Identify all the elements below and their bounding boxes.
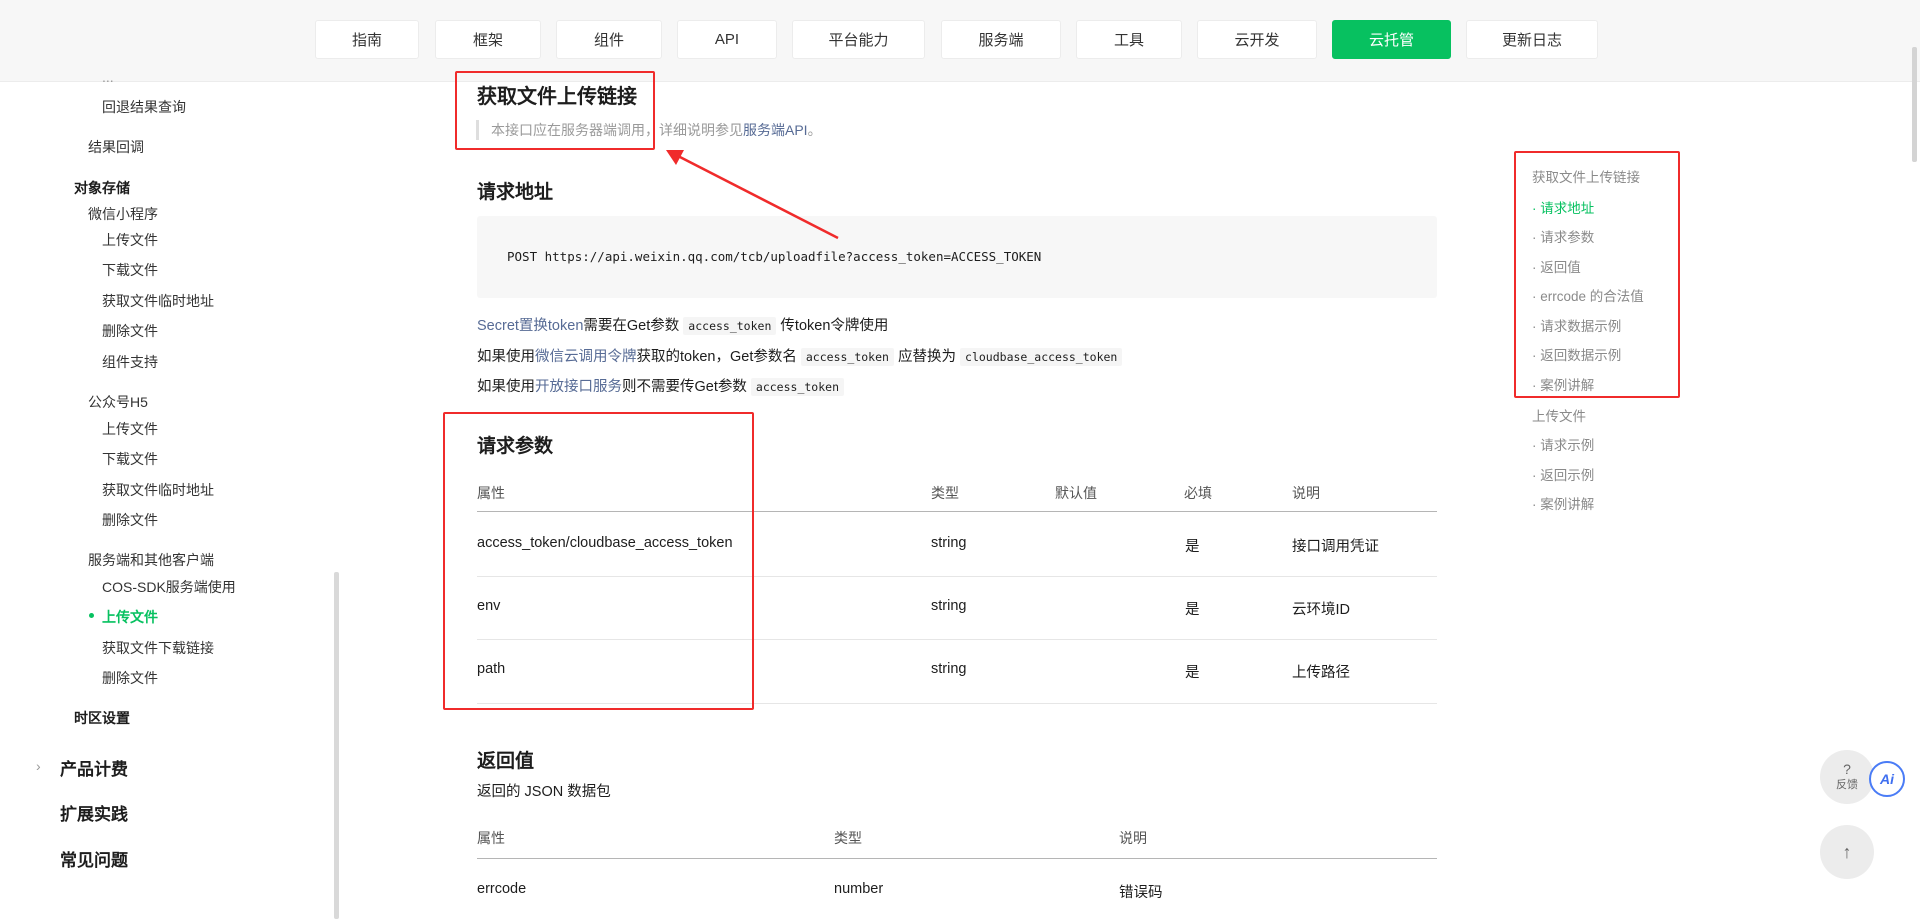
return-header-desc: 说明	[1119, 830, 1147, 846]
toc-item[interactable]: · 返回示例	[1532, 464, 1594, 484]
note-suffix: 。	[807, 122, 822, 138]
params-header-type: 类型	[931, 485, 959, 501]
secret-token-link[interactable]: Secret置换token	[477, 318, 583, 334]
annotation-box-toc	[1514, 151, 1680, 398]
line2-code2: cloudbase_access_token	[960, 348, 1123, 366]
annotation-box-title	[455, 71, 655, 150]
return-desc: 错误码	[1119, 885, 1163, 901]
param-type: string	[931, 535, 967, 551]
active-dot-icon	[89, 613, 94, 618]
nav-item-components[interactable]: 组件	[556, 20, 662, 59]
nav-item-server[interactable]: 服务端	[941, 20, 1061, 59]
sidebar-scrollbar[interactable]	[334, 572, 339, 919]
sidebar-item-result-callback[interactable]: 结果回调	[88, 137, 144, 157]
return-name: errcode	[477, 881, 527, 897]
line2-code1: access_token	[800, 348, 894, 366]
sidebar-group-object-storage[interactable]: 对象存储	[74, 178, 130, 198]
sidebar-item-cos-sdk[interactable]: COS-SDK服务端使用	[102, 577, 236, 597]
param-type: string	[931, 598, 967, 614]
sidebar-item-download-link[interactable]: 获取文件下载链接	[102, 638, 214, 658]
toc-item[interactable]: · 案例讲解	[1532, 493, 1594, 513]
nav-item-platform[interactable]: 平台能力	[792, 20, 925, 59]
section-title-return: 返回值	[477, 751, 535, 772]
nav-item-cloud-hosting[interactable]: 云托管	[1332, 20, 1451, 59]
left-sidebar: ... 回退结果查询 结果回调 对象存储 微信小程序 上传文件 下载文件 获取文…	[0, 69, 340, 919]
line1-suffix: 传token令牌使用	[780, 318, 889, 334]
return-header-type: 类型	[834, 830, 862, 846]
line1-code: access_token	[683, 317, 777, 335]
chevron-right-icon[interactable]: ›	[36, 758, 41, 774]
sidebar-section-faq[interactable]: 常见问题	[60, 846, 128, 871]
top-nav: 指南 框架 组件 API 平台能力 服务端 工具 云开发 云托管 更新日志	[0, 0, 1920, 82]
toc-item[interactable]: · 请求示例	[1532, 434, 1594, 454]
sidebar-item-partial[interactable]: ...	[102, 69, 114, 85]
token-line-3: 如果使用开放接口服务则不需要传Get参数 access_token	[477, 375, 844, 396]
feedback-button[interactable]: ? 反馈	[1820, 750, 1874, 804]
return-subtitle: 返回的 JSON 数据包	[477, 784, 611, 800]
params-header-required: 必填	[1184, 485, 1212, 501]
sidebar-item-server-delete[interactable]: 删除文件	[102, 668, 158, 688]
param-required: 是	[1185, 539, 1200, 555]
open-api-service-link[interactable]: 开放接口服务	[535, 379, 622, 395]
sidebar-item-upload[interactable]: 上传文件	[102, 230, 158, 250]
sidebar-section-billing[interactable]: 产品计费	[60, 755, 128, 780]
line2-text2: 应替换为	[898, 349, 956, 365]
sidebar-item-h5-temp-url[interactable]: 获取文件临时地址	[102, 480, 214, 500]
arrow-up-icon: ↑	[1842, 841, 1852, 862]
line2-prefix: 如果使用	[477, 349, 535, 365]
sidebar-item-rollback-query[interactable]: 回退结果查询	[102, 97, 186, 117]
line3-code: access_token	[750, 378, 844, 396]
nav-item-tools[interactable]: 工具	[1076, 20, 1182, 59]
sidebar-section-practice[interactable]: 扩展实践	[60, 800, 128, 825]
param-required: 是	[1185, 665, 1200, 681]
ai-icon: Ai	[1880, 771, 1894, 787]
sidebar-item-timezone[interactable]: 时区设置	[74, 708, 130, 728]
request-url-code: POST https://api.weixin.qq.com/tcb/uploa…	[507, 249, 1042, 264]
request-url-codeblock: POST https://api.weixin.qq.com/tcb/uploa…	[477, 216, 1437, 298]
annotation-box-params	[443, 412, 754, 710]
param-desc-link[interactable]: 接口调用凭证	[1292, 535, 1379, 556]
line3-prefix: 如果使用	[477, 379, 535, 395]
sidebar-item-h5-download[interactable]: 下载文件	[102, 449, 158, 469]
sidebar-item-component-support[interactable]: 组件支持	[102, 352, 158, 372]
params-header-default: 默认值	[1055, 485, 1097, 501]
toc-item[interactable]: 上传文件	[1532, 405, 1586, 425]
nav-item-cloud-dev[interactable]: 云开发	[1197, 20, 1317, 59]
line1-text: 需要在Get参数	[583, 318, 680, 334]
params-header-desc: 说明	[1292, 485, 1320, 501]
sidebar-group-h5[interactable]: 公众号H5	[88, 392, 148, 412]
nav-item-api[interactable]: API	[677, 20, 777, 59]
param-desc: 上传路径	[1292, 665, 1350, 681]
sidebar-item-download[interactable]: 下载文件	[102, 260, 158, 280]
back-to-top-button[interactable]: ↑	[1820, 825, 1874, 879]
table-divider	[477, 858, 1437, 859]
cloud-call-token-link[interactable]: 微信云调用令牌	[535, 349, 637, 365]
question-icon: ?	[1843, 761, 1851, 777]
return-type: number	[834, 881, 884, 897]
param-type: string	[931, 661, 967, 677]
page-scrollbar[interactable]	[1912, 47, 1917, 162]
sidebar-item-h5-delete[interactable]: 删除文件	[102, 510, 158, 530]
line3-text: 则不需要传Get参数	[622, 379, 747, 395]
feedback-label: 反馈	[1836, 779, 1858, 791]
sidebar-item-delete[interactable]: 删除文件	[102, 321, 158, 341]
nav-item-guide[interactable]: 指南	[315, 20, 419, 59]
sidebar-item-h5-upload[interactable]: 上传文件	[102, 419, 158, 439]
line2-text: 获取的token，Get参数名	[636, 349, 797, 365]
token-line-1: Secret置换token需要在Get参数 access_token 传toke…	[477, 314, 888, 335]
nav-item-framework[interactable]: 框架	[435, 20, 541, 59]
param-desc: 云环境ID	[1292, 602, 1350, 618]
sidebar-item-server-upload[interactable]: 上传文件	[102, 607, 158, 627]
sidebar-item-temp-url[interactable]: 获取文件临时地址	[102, 291, 214, 311]
server-api-link[interactable]: 服务端API	[743, 122, 808, 138]
nav-item-changelog[interactable]: 更新日志	[1466, 20, 1598, 59]
return-header-attr: 属性	[477, 830, 505, 846]
token-line-2: 如果使用微信云调用令牌获取的token，Get参数名 access_token …	[477, 345, 1123, 366]
param-required: 是	[1185, 602, 1200, 618]
section-title-request-url: 请求地址	[477, 182, 554, 203]
sidebar-group-server-clients[interactable]: 服务端和其他客户端	[88, 550, 214, 570]
ai-assistant-button[interactable]: Ai	[1869, 761, 1905, 797]
sidebar-group-miniprogram[interactable]: 微信小程序	[88, 204, 158, 224]
